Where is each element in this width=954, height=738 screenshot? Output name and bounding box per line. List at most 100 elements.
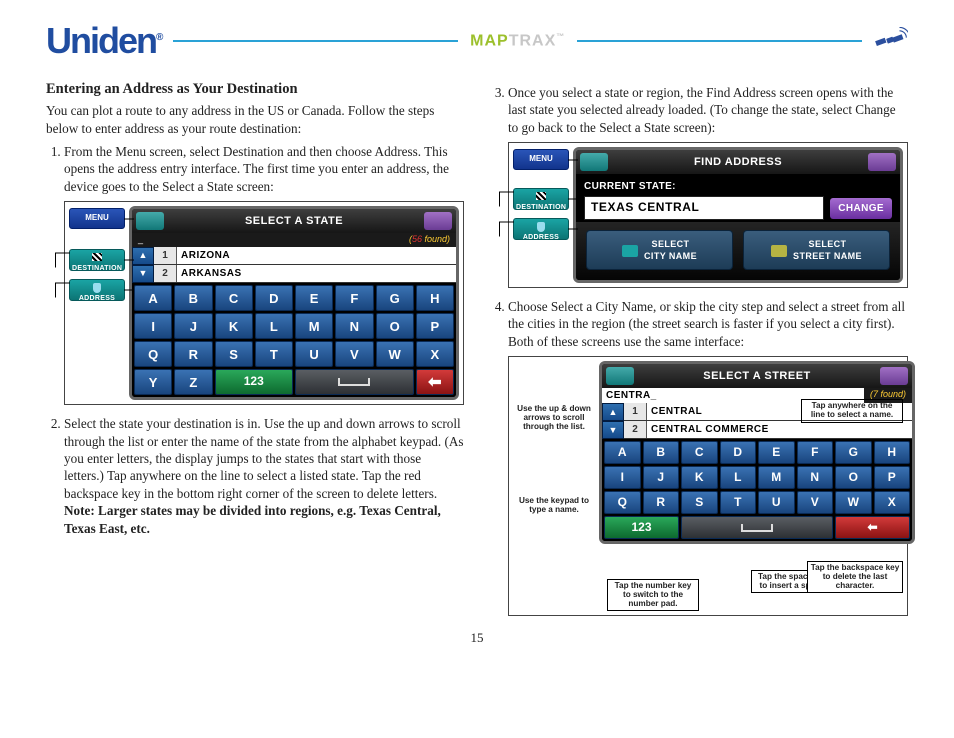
back-icon[interactable] bbox=[136, 212, 164, 230]
key-t[interactable]: T bbox=[720, 491, 757, 514]
scroll-up-icon[interactable]: ▲ bbox=[132, 247, 154, 265]
help-icon[interactable] bbox=[424, 212, 452, 230]
key-p[interactable]: P bbox=[416, 313, 454, 339]
screen-title: SELECT A STATE bbox=[245, 214, 343, 229]
key-e[interactable]: E bbox=[295, 285, 333, 311]
key-k[interactable]: K bbox=[215, 313, 253, 339]
change-button[interactable]: CHANGE bbox=[830, 198, 892, 219]
key-backspace[interactable]: ⬅ bbox=[835, 516, 910, 539]
key-r[interactable]: R bbox=[174, 341, 212, 367]
key-numeric[interactable]: 123 bbox=[215, 369, 294, 395]
destination-tag[interactable]: DESTINATION bbox=[513, 188, 569, 210]
list-item[interactable]: 1ARIZONA bbox=[154, 247, 456, 265]
key-z[interactable]: Z bbox=[174, 369, 212, 395]
list-item[interactable]: 2CENTRAL COMMERCE bbox=[624, 421, 912, 439]
help-icon[interactable] bbox=[880, 367, 908, 385]
key-c[interactable]: C bbox=[215, 285, 253, 311]
screen-title: FIND ADDRESS bbox=[694, 155, 782, 170]
select-city-button[interactable]: SELECT CITY NAME bbox=[586, 230, 733, 270]
key-q[interactable]: Q bbox=[604, 491, 641, 514]
city-icon bbox=[622, 245, 638, 257]
help-icon[interactable] bbox=[868, 153, 896, 171]
key-k[interactable]: K bbox=[681, 466, 718, 489]
key-s[interactable]: S bbox=[681, 491, 718, 514]
key-d[interactable]: D bbox=[255, 285, 293, 311]
key-h[interactable]: H bbox=[416, 285, 454, 311]
right-column: Once you select a state or region, the F… bbox=[490, 80, 908, 622]
key-j[interactable]: J bbox=[174, 313, 212, 339]
key-a[interactable]: A bbox=[604, 441, 641, 464]
back-icon[interactable] bbox=[606, 367, 634, 385]
state-list: 1ARIZONA 2ARKANSAS bbox=[154, 247, 456, 283]
page-number: 15 bbox=[46, 622, 908, 646]
key-u[interactable]: U bbox=[295, 341, 333, 367]
annotation-scroll: Use the up & down arrows to scroll throu… bbox=[511, 405, 597, 431]
key-u[interactable]: U bbox=[758, 491, 795, 514]
key-l[interactable]: L bbox=[255, 313, 293, 339]
key-v[interactable]: V bbox=[797, 491, 834, 514]
key-w[interactable]: W bbox=[376, 341, 414, 367]
key-l[interactable]: L bbox=[720, 466, 757, 489]
key-space[interactable] bbox=[295, 369, 414, 395]
header-bar: Uniden® MAPTRAX™ bbox=[46, 20, 908, 62]
key-f[interactable]: F bbox=[797, 441, 834, 464]
key-o[interactable]: O bbox=[376, 313, 414, 339]
key-c[interactable]: C bbox=[681, 441, 718, 464]
back-icon[interactable] bbox=[580, 153, 608, 171]
key-q[interactable]: Q bbox=[134, 341, 172, 367]
key-y[interactable]: Y bbox=[134, 369, 172, 395]
key-i[interactable]: I bbox=[604, 466, 641, 489]
key-b[interactable]: B bbox=[643, 441, 680, 464]
key-w[interactable]: W bbox=[835, 491, 872, 514]
section-heading: Entering an Address as Your Destination bbox=[46, 80, 464, 99]
key-o[interactable]: O bbox=[835, 466, 872, 489]
menu-tag[interactable]: MENU bbox=[69, 208, 125, 229]
satellite-icon bbox=[874, 27, 908, 55]
address-tag[interactable]: ADDRESS bbox=[69, 279, 125, 301]
annotation-numpad: Tap the number key to switch to the numb… bbox=[607, 579, 699, 611]
scroll-up-icon[interactable]: ▲ bbox=[602, 403, 624, 421]
annotation-tapline: Tap anywhere on the line to select a nam… bbox=[801, 399, 903, 422]
device-select-street: SELECT A STREET CENTRA_ (7 found) ▲ ▼ bbox=[599, 361, 915, 544]
select-street-button[interactable]: SELECT STREET NAME bbox=[743, 230, 890, 270]
search-field[interactable]: _(56 found) bbox=[132, 233, 456, 247]
key-space[interactable] bbox=[681, 516, 833, 539]
key-n[interactable]: N bbox=[335, 313, 373, 339]
key-m[interactable]: M bbox=[758, 466, 795, 489]
scroll-down-icon[interactable]: ▼ bbox=[602, 421, 624, 439]
key-g[interactable]: G bbox=[835, 441, 872, 464]
street-icon bbox=[771, 245, 787, 257]
step-2: Select the state your destination is in.… bbox=[64, 415, 464, 537]
key-v[interactable]: V bbox=[335, 341, 373, 367]
key-r[interactable]: R bbox=[643, 491, 680, 514]
brand-logo: Uniden® bbox=[46, 20, 161, 62]
step-3: Once you select a state or region, the F… bbox=[508, 84, 908, 288]
key-a[interactable]: A bbox=[134, 285, 172, 311]
scroll-down-icon[interactable]: ▼ bbox=[132, 265, 154, 283]
key-s[interactable]: S bbox=[215, 341, 253, 367]
key-g[interactable]: G bbox=[376, 285, 414, 311]
list-item[interactable]: 2ARKANSAS bbox=[154, 265, 456, 283]
key-backspace[interactable]: ⬅ bbox=[416, 369, 454, 395]
key-f[interactable]: F bbox=[335, 285, 373, 311]
key-x[interactable]: X bbox=[874, 491, 911, 514]
menu-tag[interactable]: MENU bbox=[513, 149, 569, 170]
key-m[interactable]: M bbox=[295, 313, 333, 339]
key-x[interactable]: X bbox=[416, 341, 454, 367]
key-t[interactable]: T bbox=[255, 341, 293, 367]
annotation-backspace: Tap the backspace key to delete the last… bbox=[807, 561, 903, 593]
key-h[interactable]: H bbox=[874, 441, 911, 464]
key-p[interactable]: P bbox=[874, 466, 911, 489]
address-tag[interactable]: ADDRESS bbox=[513, 218, 569, 240]
key-numeric[interactable]: 123 bbox=[604, 516, 679, 539]
key-n[interactable]: N bbox=[797, 466, 834, 489]
destination-tag[interactable]: DESTINATION bbox=[69, 249, 125, 271]
region-note: Note: Larger states may be divided into … bbox=[64, 503, 441, 535]
product-logo: MAPTRAX™ bbox=[470, 32, 565, 50]
key-e[interactable]: E bbox=[758, 441, 795, 464]
key-d[interactable]: D bbox=[720, 441, 757, 464]
key-j[interactable]: J bbox=[643, 466, 680, 489]
step-4: Choose Select a City Name, or skip the c… bbox=[508, 298, 908, 616]
key-b[interactable]: B bbox=[174, 285, 212, 311]
key-i[interactable]: I bbox=[134, 313, 172, 339]
